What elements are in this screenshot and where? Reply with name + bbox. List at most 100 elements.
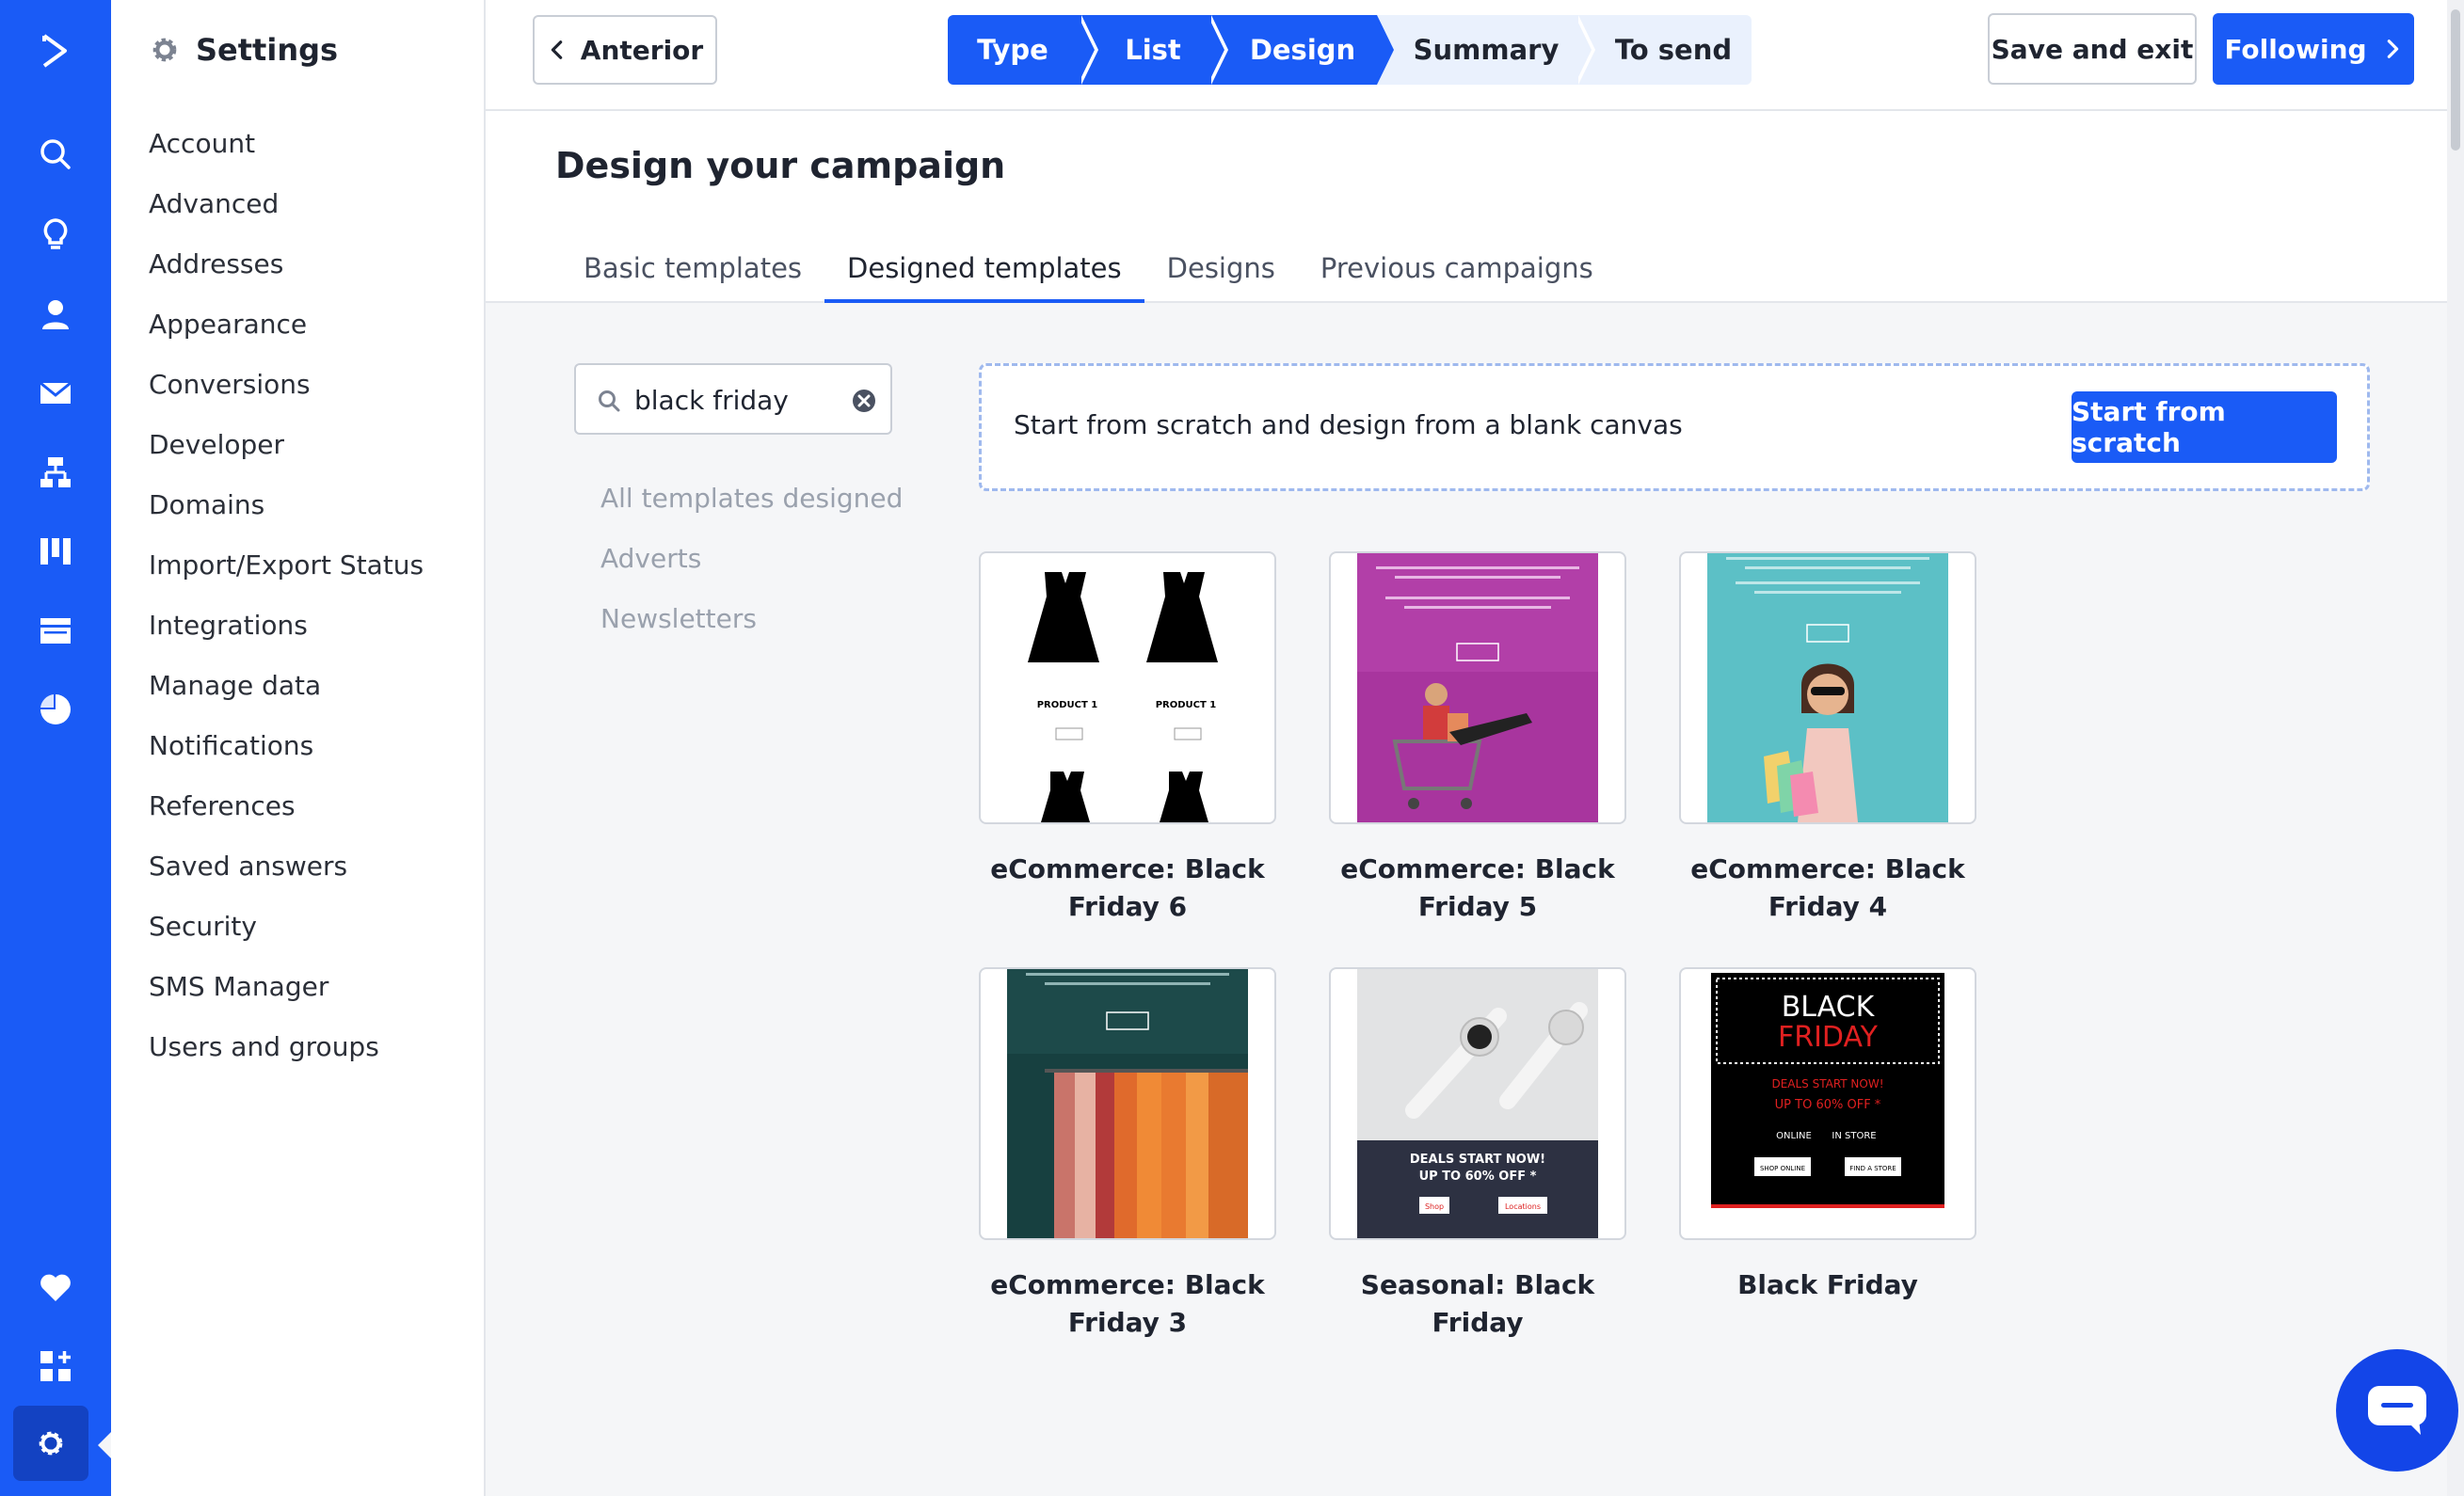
page-header: Design your campaign Basic templates Des… — [486, 113, 2464, 303]
shopping-cart-woman-image — [1357, 553, 1598, 822]
back-button[interactable]: Anterior — [533, 15, 717, 85]
black-friday-poster-image: BLACK FRIDAY DEALS START NOW! UP TO 60% … — [1707, 969, 1948, 1238]
settings-item-advanced[interactable]: Advanced — [149, 177, 424, 237]
next-button[interactable]: Following — [2213, 13, 2414, 85]
step-design[interactable]: Design — [1208, 15, 1394, 85]
contacts-icon[interactable] — [0, 275, 111, 354]
settings-item-references[interactable]: References — [149, 779, 424, 839]
start-from-scratch-button[interactable]: Start from scratch — [2072, 391, 2337, 463]
settings-item-saved-answers[interactable]: Saved answers — [149, 839, 424, 899]
deal-subline: UP TO 60% OFF * — [1419, 1170, 1537, 1184]
step-label: To send — [1614, 34, 1733, 66]
settings-item-sms-manager[interactable]: SMS Manager — [149, 960, 424, 1020]
apps-icon[interactable] — [0, 1327, 111, 1406]
template-card[interactable]: eCommerce: Black Friday 4 — [1679, 551, 1976, 926]
step-label: List — [1125, 34, 1181, 66]
settings-item-security[interactable]: Security — [149, 899, 424, 960]
content-area: All templates designed Adverts Newslette… — [486, 303, 2464, 1496]
next-button-label: Following — [2224, 33, 2367, 65]
settings-item-addresses[interactable]: Addresses — [149, 237, 424, 297]
category-adverts[interactable]: Adverts — [600, 534, 903, 595]
tab-designed-templates[interactable]: Designed templates — [824, 241, 1144, 303]
template-categories: All templates designed Adverts Newslette… — [600, 474, 903, 655]
step-to-send[interactable]: To send — [1575, 15, 1752, 85]
template-thumbnail[interactable]: BLACK FRIDAY DEALS START NOW! UP TO 60% … — [1679, 967, 1976, 1240]
clothing-rack-image — [1007, 969, 1248, 1238]
chevron-right-icon — [2387, 40, 2398, 58]
category-all-designed[interactable]: All templates designed — [600, 474, 903, 534]
settings-item-users-groups[interactable]: Users and groups — [149, 1020, 424, 1080]
main-nav-rail — [0, 0, 111, 1496]
template-thumbnail[interactable] — [979, 967, 1276, 1240]
template-thumbnail[interactable] — [1329, 551, 1626, 824]
template-card[interactable]: eCommerce: Black Friday 5 — [1329, 551, 1626, 926]
settings-item-account[interactable]: Account — [149, 117, 424, 177]
settings-item-appearance[interactable]: Appearance — [149, 297, 424, 358]
step-summary[interactable]: Summary — [1377, 15, 1595, 85]
template-name-line: Friday 6 — [1067, 891, 1188, 922]
template-search — [574, 363, 892, 435]
product-label-2: PRODUCT 1 — [1156, 700, 1217, 710]
deals-icon[interactable] — [0, 512, 111, 591]
template-name-line: Black Friday — [1737, 1269, 1918, 1300]
template-card[interactable]: DEALS START NOW! UP TO 60% OFF * Shop Lo… — [1329, 967, 1626, 1342]
page-title: Design your campaign — [555, 145, 1006, 186]
template-name-line: Friday 4 — [1768, 891, 1888, 922]
save-and-exit-button[interactable]: Save and exit — [1988, 13, 2197, 85]
heart-icon[interactable] — [0, 1248, 111, 1327]
shop-link: Shop — [1425, 1202, 1444, 1211]
start-from-scratch-panel: Start from scratch and design from a bla… — [979, 363, 2370, 491]
template-name-line: Seasonal: Black Friday — [1360, 1269, 1595, 1338]
settings-title: Settings — [196, 32, 339, 68]
step-type[interactable]: Type — [948, 15, 1098, 85]
campaigns-icon[interactable] — [0, 354, 111, 433]
template-name: Seasonal: Black Friday — [1329, 1266, 1626, 1342]
gear-icon[interactable] — [13, 1406, 88, 1481]
settings-item-manage-data[interactable]: Manage data — [149, 659, 424, 719]
campaign-topbar: Anterior Type List Design Summary To sen… — [486, 0, 2464, 111]
template-tabs: Basic templates Designed templates Desig… — [561, 241, 1616, 303]
campaign-stepper: Type List Design Summary To send — [948, 15, 1752, 85]
chat-bubble-icon — [2368, 1386, 2426, 1435]
automations-icon[interactable] — [0, 433, 111, 512]
template-thumbnail[interactable]: PRODUCT 1 PRODUCT 1 — [979, 551, 1276, 824]
chevron-left-icon — [551, 40, 563, 59]
template-name-line: Friday 3 — [1067, 1307, 1188, 1338]
poster-online: ONLINE — [1776, 1131, 1812, 1141]
settings-item-notifications[interactable]: Notifications — [149, 719, 424, 779]
search-input[interactable] — [634, 378, 841, 422]
settings-item-conversions[interactable]: Conversions — [149, 358, 424, 418]
template-name-line: eCommerce: Black — [1340, 853, 1615, 884]
poster-friday: FRIDAY — [1778, 1021, 1879, 1054]
settings-item-integrations[interactable]: Integrations — [149, 598, 424, 659]
tab-basic-templates[interactable]: Basic templates — [561, 241, 824, 303]
template-name-line: eCommerce: Black — [1690, 853, 1965, 884]
search-icon[interactable] — [0, 115, 111, 194]
scrollbar-thumb[interactable] — [2451, 9, 2460, 151]
tab-previous-campaigns[interactable]: Previous campaigns — [1298, 241, 1616, 303]
logo-icon[interactable] — [0, 11, 111, 90]
template-card[interactable]: PRODUCT 1 PRODUCT 1 eCommerce: Black Fri… — [979, 551, 1276, 926]
poster-deals: DEALS START NOW! — [1771, 1077, 1883, 1090]
website-icon[interactable] — [0, 591, 111, 670]
chat-button[interactable] — [2336, 1349, 2458, 1472]
template-thumbnail[interactable]: DEALS START NOW! UP TO 60% OFF * Shop Lo… — [1329, 967, 1626, 1240]
tab-designs[interactable]: Designs — [1144, 241, 1298, 303]
lightbulb-icon[interactable] — [0, 195, 111, 274]
template-name-line: eCommerce: Black — [990, 1269, 1265, 1300]
template-thumbnail[interactable] — [1679, 551, 1976, 824]
clear-search-icon[interactable] — [851, 388, 877, 414]
reports-icon[interactable] — [0, 670, 111, 749]
category-newsletters[interactable]: Newsletters — [600, 595, 903, 655]
template-name-line: Friday 5 — [1417, 891, 1538, 922]
settings-item-import-export[interactable]: Import/Export Status — [149, 538, 424, 598]
poster-discount: UP TO 60% OFF * — [1775, 1098, 1881, 1112]
template-card[interactable]: BLACK FRIDAY DEALS START NOW! UP TO 60% … — [1679, 967, 1976, 1304]
template-name: eCommerce: Black Friday 4 — [1679, 851, 1976, 926]
active-pointer — [98, 1432, 111, 1458]
settings-item-developer[interactable]: Developer — [149, 418, 424, 478]
page-scrollbar[interactable] — [2447, 0, 2464, 1496]
step-label: Summary — [1413, 34, 1560, 66]
settings-item-domains[interactable]: Domains — [149, 478, 424, 538]
template-card[interactable]: eCommerce: Black Friday 3 — [979, 967, 1276, 1342]
